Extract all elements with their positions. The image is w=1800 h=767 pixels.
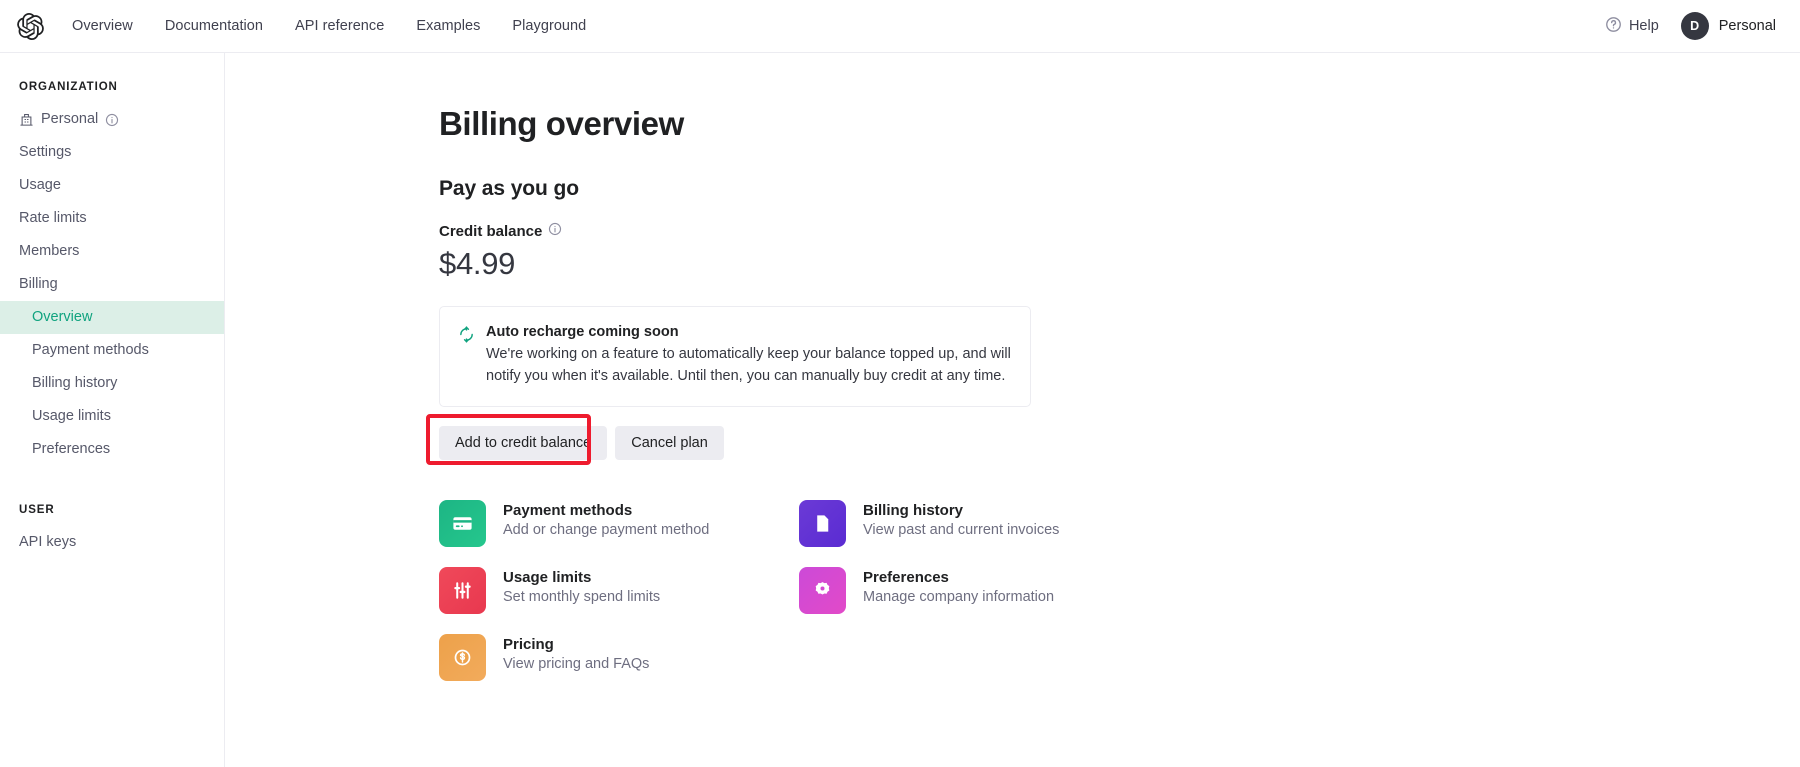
tile-title: Billing history (863, 501, 964, 519)
nav-link-overview[interactable]: Overview (56, 12, 149, 40)
auto-recharge-text-block: Auto recharge coming soon We're working … (486, 324, 1012, 388)
sidebar-item-billing-history[interactable]: Billing history (0, 367, 224, 400)
account-label: Personal (1718, 18, 1776, 34)
tile-description: View pricing and FAQs (503, 655, 650, 672)
credit-balance-value: $4.99 (439, 246, 516, 281)
sidebar-item-payment-methods[interactable]: Payment methods (0, 334, 224, 367)
help-button[interactable]: Help (1605, 16, 1659, 37)
gear-icon (799, 566, 846, 614)
credit-card-icon (439, 499, 486, 547)
section-title-pay-as-you-go: Pay as you go (439, 177, 579, 200)
cancel-plan-button[interactable]: Cancel plan (615, 425, 724, 460)
tile-billing-history[interactable]: Billing history View past and current in… (799, 499, 1159, 547)
tile-text-block: Billing history View past and current in… (863, 500, 1059, 538)
tile-description: Set monthly spend limits (503, 588, 661, 605)
nav-link-examples[interactable]: Examples (400, 12, 496, 40)
sidebar-item-preferences[interactable]: Preferences (0, 433, 224, 466)
nav-link-api-reference[interactable]: API reference (279, 12, 400, 40)
info-circle-icon[interactable] (548, 222, 562, 240)
page-title: Billing overview (439, 105, 684, 142)
tile-description: Add or change payment method (503, 521, 710, 538)
sidebar-item-rate-limits[interactable]: Rate limits (0, 202, 224, 235)
tile-pricing[interactable]: Pricing View pricing and FAQs (439, 633, 799, 681)
tile-preferences[interactable]: Preferences Manage company information (799, 566, 1159, 614)
tile-text-block: Payment methods Add or change payment me… (503, 500, 709, 538)
sidebar-item-billing[interactable]: Billing (0, 268, 224, 301)
sidebar-item-usage[interactable]: Usage (0, 169, 224, 202)
sidebar-item-members[interactable]: Members (0, 235, 224, 268)
auto-recharge-body: We're working on a feature to automatica… (486, 346, 1011, 385)
tile-description: Manage company information (863, 588, 1055, 605)
openai-logo-icon[interactable] (0, 12, 56, 40)
tile-text-block: Usage limits Set monthly spend limits (503, 567, 660, 605)
credit-balance-label: Credit balance (439, 222, 543, 240)
tile-title: Preferences (863, 568, 949, 586)
auto-recharge-title: Auto recharge coming soon (486, 324, 679, 340)
top-navigation-bar: Overview Documentation API reference Exa… (0, 0, 1800, 53)
tile-text-block: Preferences Manage company information (863, 567, 1054, 605)
nav-right-group: Help D Personal (1605, 12, 1800, 40)
help-label: Help (1628, 18, 1659, 34)
sidebar-item-label: Personal (41, 111, 99, 127)
page-layout: ORGANIZATION Personal Settings Usage Rat… (0, 53, 1800, 767)
billing-action-buttons: Add to credit balance Cancel plan (426, 413, 1800, 465)
sidebar-item-personal[interactable]: Personal (0, 103, 224, 136)
tile-title: Pricing (503, 635, 554, 653)
billing-tiles-grid: Payment methods Add or change payment me… (439, 499, 1199, 681)
question-circle-icon (1605, 16, 1622, 37)
document-icon (799, 499, 846, 547)
credit-balance-label-row: Credit balance (439, 222, 1800, 240)
sidebar-heading-user: USER (19, 504, 55, 517)
tile-usage-limits[interactable]: Usage limits Set monthly spend limits (439, 566, 799, 614)
account-menu-button[interactable]: D Personal (1680, 12, 1776, 40)
building-icon (19, 112, 34, 127)
sidebar-heading-organization: ORGANIZATION (19, 81, 118, 93)
avatar: D (1680, 12, 1709, 40)
sidebar-item-usage-limits[interactable]: Usage limits (0, 400, 224, 433)
tile-title: Usage limits (503, 568, 592, 586)
tile-payment-methods[interactable]: Payment methods Add or change payment me… (439, 499, 799, 547)
sidebar-item-billing-overview[interactable]: Overview (0, 301, 224, 335)
tile-title: Payment methods (503, 501, 633, 519)
sidebar-item-settings[interactable]: Settings (0, 136, 224, 169)
refresh-cycle-icon (458, 324, 475, 388)
add-to-credit-balance-button[interactable]: Add to credit balance (439, 425, 608, 460)
nav-link-playground[interactable]: Playground (496, 12, 602, 40)
sliders-icon (439, 566, 486, 614)
sidebar: ORGANIZATION Personal Settings Usage Rat… (0, 53, 225, 767)
auto-recharge-notice: Auto recharge coming soon We're working … (439, 306, 1031, 407)
main-content: Billing overview Pay as you go Credit ba… (225, 53, 1800, 767)
nav-link-documentation[interactable]: Documentation (149, 12, 279, 40)
dollar-coin-icon (439, 633, 486, 681)
sidebar-item-api-keys[interactable]: API keys (0, 526, 224, 559)
main-nav-links: Overview Documentation API reference Exa… (56, 12, 602, 40)
tile-description: View past and current invoices (863, 521, 1060, 538)
info-circle-icon[interactable] (105, 113, 119, 127)
tile-text-block: Pricing View pricing and FAQs (503, 634, 649, 672)
